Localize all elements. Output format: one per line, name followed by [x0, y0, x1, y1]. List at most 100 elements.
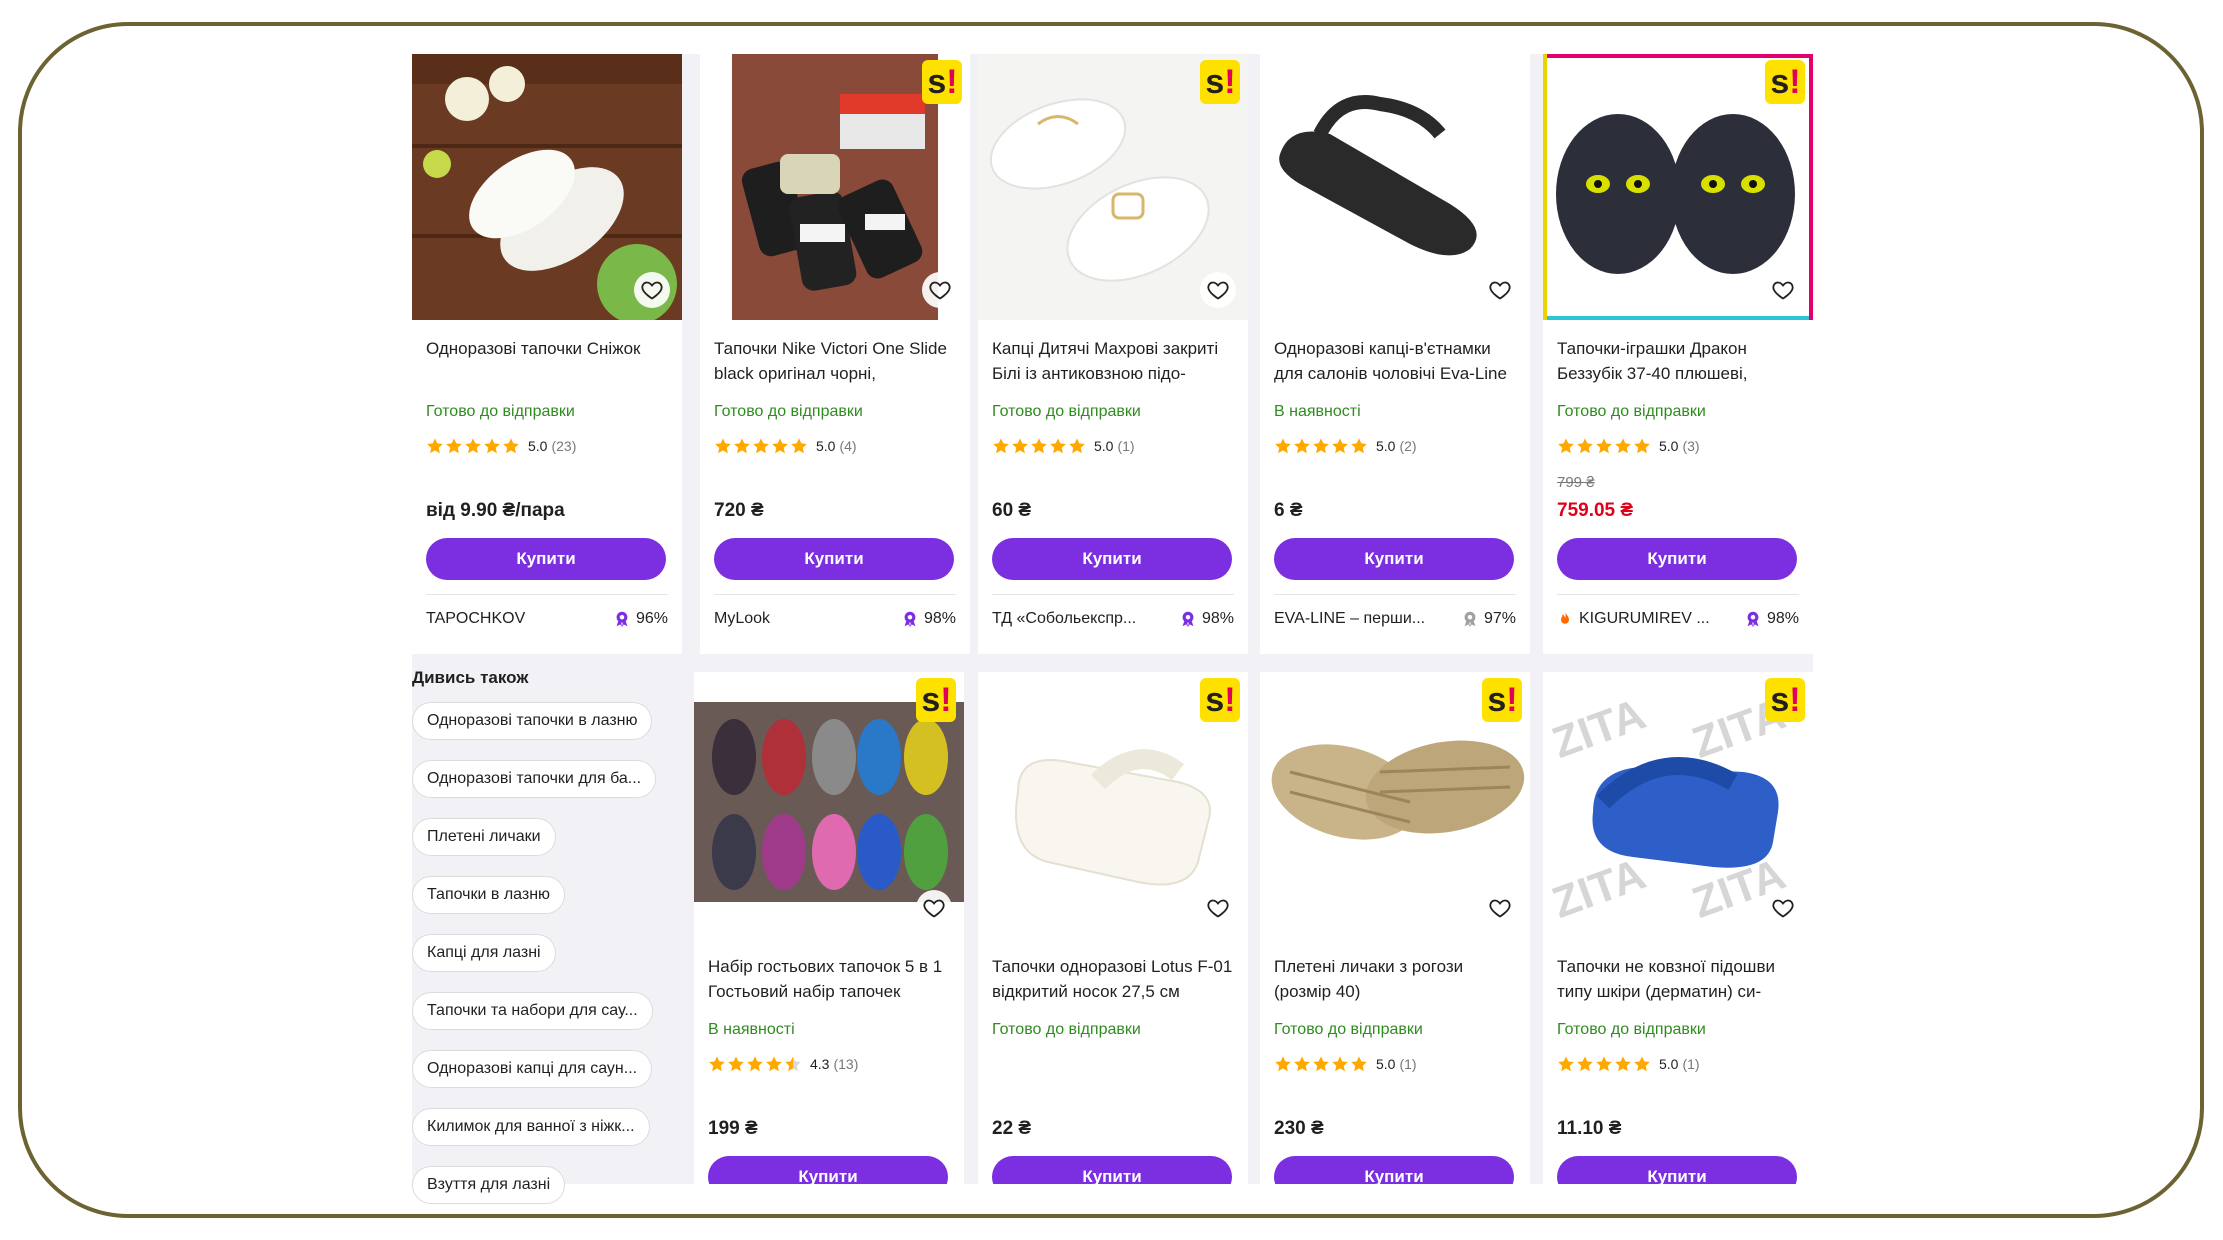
related-search-chip[interactable]: Плетені личаки: [412, 818, 556, 856]
buy-button[interactable]: Купити: [714, 538, 954, 580]
product-card[interactable]: s! Плетені личаки з рогози (розмір 40) Г…: [1260, 672, 1530, 1184]
rating: 5.0 (1): [1557, 1055, 1700, 1073]
seller-rating-value: 98%: [1201, 610, 1234, 627]
product-image[interactable]: s!: [694, 672, 964, 938]
product-card[interactable]: Одноразові тапочки Сніжок Готово до відп…: [412, 54, 682, 654]
product-title[interactable]: Набір гостьових тапочок 5 в 1 Гостьовий …: [708, 954, 954, 1006]
product-title[interactable]: Тапочки-іграшки Дракон Беззубік 37-40 пл…: [1557, 336, 1803, 388]
seller-rating: 98%: [901, 610, 956, 628]
divider: [1274, 594, 1516, 595]
buy-button[interactable]: Купити: [1557, 1156, 1797, 1184]
buy-button[interactable]: Купити: [992, 1156, 1232, 1184]
see-also-panel: Дивись також Одноразові тапочки в лазню …: [412, 668, 682, 1224]
product-card[interactable]: s! Тапочки одноразові Lotus F-01 відкрит…: [978, 672, 1248, 1184]
buy-button[interactable]: Купити: [1274, 538, 1514, 580]
rating: 5.0 (1): [992, 437, 1135, 455]
product-image[interactable]: s!: [978, 672, 1248, 938]
rating-stars-icon: [708, 1055, 802, 1073]
related-search-chip[interactable]: Капці для лазні: [412, 934, 556, 972]
product-image[interactable]: s!: [1543, 54, 1813, 320]
super-seller-badge-icon: s!: [922, 60, 962, 104]
related-search-chip[interactable]: Тапочки в лазню: [412, 876, 566, 914]
rating-score: 5.0: [1376, 1056, 1396, 1072]
seller-info: ТД «Собольекспр... 98%: [992, 608, 1234, 630]
rating-count: (2): [1399, 438, 1417, 454]
product-image[interactable]: s!: [700, 54, 970, 320]
buy-button[interactable]: Купити: [1274, 1156, 1514, 1184]
product-title[interactable]: Одноразові тапочки Сніжок: [426, 336, 672, 388]
divider: [992, 594, 1234, 595]
super-seller-badge-icon: s!: [1200, 678, 1240, 722]
product-image[interactable]: s!: [1260, 672, 1530, 938]
seller-medal-icon: [1461, 610, 1479, 628]
favorite-heart-icon[interactable]: [1200, 890, 1236, 926]
favorite-heart-icon[interactable]: [1482, 890, 1518, 926]
favorite-heart-icon[interactable]: [634, 272, 670, 308]
product-title[interactable]: Плетені личаки з рогози (розмір 40): [1274, 954, 1520, 1006]
product-card[interactable]: s! Набір гостьових тапочок 5 в 1 Гостьов…: [694, 672, 964, 1184]
related-search-chip[interactable]: Одноразові тапочки в лазню: [412, 702, 653, 740]
rating-score: 4.3: [810, 1056, 830, 1072]
product-card[interactable]: Одноразові капці-в'єтнамки для салонів ч…: [1260, 54, 1530, 654]
product-title[interactable]: Тапочки одноразові Lotus F-01 відкритий …: [992, 954, 1238, 1006]
related-search-chip[interactable]: Взуття для лазні: [412, 1166, 566, 1204]
old-price: 799 ₴: [1557, 474, 1595, 491]
seller-name[interactable]: ТД «Собольекспр...: [992, 610, 1136, 628]
divider: [1557, 594, 1799, 595]
buy-button[interactable]: Купити: [426, 538, 666, 580]
rating-score: 5.0: [1659, 1056, 1679, 1072]
favorite-heart-icon[interactable]: [1765, 272, 1801, 308]
favorite-heart-icon[interactable]: [1765, 890, 1801, 926]
product-title[interactable]: Тапочки Nike Victori One Slide black ори…: [714, 336, 960, 388]
rating: 5.0 (2): [1274, 437, 1417, 455]
price: 720 ₴: [714, 500, 764, 521]
price: від 9.90 ₴/пара: [426, 500, 565, 521]
price: 11.10 ₴: [1557, 1118, 1622, 1139]
product-image[interactable]: ZITA ZITA ZITA ZITA s!: [1543, 672, 1813, 938]
rating-score: 5.0: [1659, 438, 1679, 454]
related-search-chip[interactable]: Одноразові капці для саун...: [412, 1050, 653, 1088]
rating-stars-icon: [1557, 1055, 1651, 1073]
seller-name[interactable]: EVA-LINE – перши...: [1274, 610, 1425, 628]
seller-name[interactable]: MyLook: [714, 610, 770, 628]
buy-button[interactable]: Купити: [1557, 538, 1797, 580]
availability-status: В наявності: [708, 1021, 795, 1038]
seller-rating: 97%: [1461, 610, 1516, 628]
super-seller-badge-icon: s!: [1482, 678, 1522, 722]
seller-name[interactable]: KIGURUMIREV ...: [1557, 610, 1710, 628]
availability-status: Готово до відправки: [1557, 1021, 1706, 1038]
buy-button[interactable]: Купити: [992, 538, 1232, 580]
product-image[interactable]: s!: [978, 54, 1248, 320]
related-search-chip[interactable]: Тапочки та набори для сау...: [412, 992, 653, 1030]
buy-button[interactable]: Купити: [708, 1156, 948, 1184]
price: 60 ₴: [992, 500, 1032, 521]
rating-count: (4): [839, 438, 857, 454]
rating-count: (3): [1682, 438, 1700, 454]
product-title[interactable]: Тапочки не ковзної підошви типу шкіри (д…: [1557, 954, 1803, 1006]
rating-score: 5.0: [1094, 438, 1114, 454]
rating: 5.0 (4): [714, 437, 857, 455]
rating-stars-icon: [992, 437, 1086, 455]
related-search-chip[interactable]: Килимок для ванної з ніжк...: [412, 1108, 650, 1146]
rating: 5.0 (23): [426, 437, 576, 455]
favorite-heart-icon[interactable]: [916, 890, 952, 926]
seller-medal-icon: [613, 610, 631, 628]
related-search-chip[interactable]: Одноразові тапочки для ба...: [412, 760, 657, 798]
product-card[interactable]: s! Тапочки-іграшки Дракон Беззубік 37-40…: [1543, 54, 1813, 654]
price: 6 ₴: [1274, 500, 1303, 521]
favorite-heart-icon[interactable]: [922, 272, 958, 308]
product-title[interactable]: Одноразові капці-в'єтнамки для салонів ч…: [1274, 336, 1520, 388]
product-card[interactable]: ZITA ZITA ZITA ZITA s! Тапочки не ковзно…: [1543, 672, 1813, 1184]
product-title[interactable]: Капці Дитячі Махрові закриті Білі із ант…: [992, 336, 1238, 388]
availability-status: Готово до відправки: [1274, 1021, 1423, 1038]
favorite-heart-icon[interactable]: [1200, 272, 1236, 308]
product-image[interactable]: [1260, 54, 1530, 320]
product-card[interactable]: s! Капці Дитячі Махрові закриті Білі із …: [978, 54, 1248, 654]
seller-name[interactable]: TAPOCHKOV: [426, 610, 525, 628]
product-image[interactable]: [412, 54, 682, 320]
favorite-heart-icon[interactable]: [1482, 272, 1518, 308]
rating-stars-icon: [1557, 437, 1651, 455]
product-card[interactable]: s! Тапочки Nike Victori One Slide black …: [700, 54, 970, 654]
rating-stars-icon: [1274, 1055, 1368, 1073]
seller-medal-icon: [901, 610, 919, 628]
